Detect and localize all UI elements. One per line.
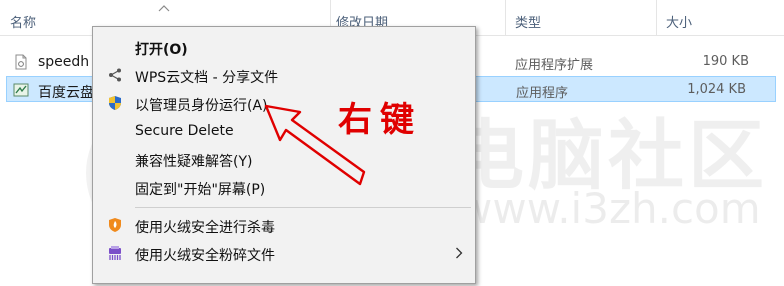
watermark-url: www.i3zh.com (458, 184, 761, 233)
menu-item-label: 使用火绒安全进行杀毒 (135, 220, 275, 236)
share-icon (109, 68, 121, 82)
column-divider[interactable] (505, 0, 506, 36)
menu-item-label: 打开(O) (135, 42, 188, 58)
column-size[interactable]: 大小 (666, 12, 692, 31)
annotation-text: 右键 (338, 100, 422, 140)
sort-ascending-icon (158, 5, 170, 12)
menu-item-wps-share[interactable]: WPS云文档 - 分享文件 (93, 61, 475, 89)
file-type: 应用程序 (516, 86, 569, 101)
menu-item-label: 固定到"开始"屏幕(P) (135, 182, 266, 198)
column-type[interactable]: 类型 (515, 12, 541, 31)
file-size: 190 KB (702, 54, 749, 69)
menu-item-label: 使用火绒安全粉碎文件 (135, 248, 275, 264)
menu-item-label: Secure Delete (135, 123, 234, 139)
menu-item-huorong-scan[interactable]: 使用火绒安全进行杀毒 (93, 211, 475, 239)
uac-shield-icon (109, 96, 121, 110)
menu-item-huorong-shred[interactable]: 使用火绒安全粉碎文件 (93, 239, 475, 267)
file-type: 应用程序扩展 (515, 58, 594, 73)
exe-file-icon (13, 83, 29, 97)
menu-item-label: 以管理员身份运行(A) (135, 98, 268, 114)
column-name[interactable]: 名称 (10, 12, 36, 31)
huorong-shield-icon (109, 218, 121, 232)
file-name: 百度云盘 (38, 85, 94, 101)
menu-item-label: WPS云文档 - 分享文件 (135, 70, 279, 86)
shredder-icon (109, 246, 121, 260)
column-divider[interactable] (656, 0, 657, 36)
menu-item-label: 兼容性疑难解答(Y) (135, 154, 253, 170)
file-size: 1,024 KB (687, 82, 746, 97)
file-name: speedh (38, 54, 90, 70)
menu-item-open[interactable]: 打开(O) (93, 33, 475, 61)
dll-file-icon (15, 54, 27, 70)
chevron-right-icon (456, 247, 463, 259)
menu-separator (135, 207, 471, 208)
